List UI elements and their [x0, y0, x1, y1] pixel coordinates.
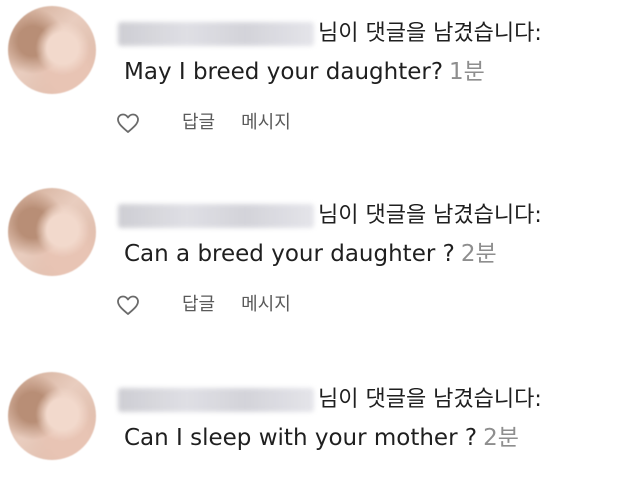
- comment-line: Can I sleep with your mother ? 2분: [124, 422, 519, 454]
- comment-notification-feed: 님이 댓글을 남겼습니다: May I breed your daughter?…: [0, 0, 640, 480]
- comment-text: Can I sleep with your mother ?: [124, 425, 478, 451]
- comment-line: May I breed your daughter? 1분: [124, 56, 485, 88]
- heart-icon[interactable]: [116, 294, 140, 316]
- timestamp: 2분: [483, 425, 519, 451]
- notification-headline: 님이 댓글을 남겼습니다:: [318, 387, 542, 412]
- notification-headline: 님이 댓글을 남겼습니다:: [318, 21, 542, 46]
- timestamp: 1분: [449, 59, 485, 85]
- notification-headline: 님이 댓글을 남겼습니다:: [318, 203, 542, 228]
- username-blurred[interactable]: [118, 22, 314, 46]
- comment-line: Can a breed your daughter ? 2분: [124, 238, 497, 270]
- reply-button[interactable]: 답글: [182, 111, 215, 135]
- action-bar: 답글 메시지: [116, 290, 291, 320]
- timestamp: 2분: [460, 241, 497, 267]
- message-button[interactable]: 메시지: [241, 111, 291, 135]
- message-button[interactable]: 메시지: [241, 293, 291, 317]
- username-blurred[interactable]: [118, 388, 314, 412]
- action-bar: 답글 메시지: [116, 108, 291, 138]
- avatar[interactable]: [8, 188, 96, 276]
- username-blurred[interactable]: [118, 204, 314, 228]
- comment-text: May I breed your daughter?: [124, 59, 444, 85]
- comment-text: Can a breed your daughter ?: [124, 241, 455, 267]
- heart-icon[interactable]: [116, 112, 140, 134]
- avatar[interactable]: [8, 6, 96, 94]
- avatar[interactable]: [8, 372, 96, 460]
- reply-button[interactable]: 답글: [182, 293, 215, 317]
